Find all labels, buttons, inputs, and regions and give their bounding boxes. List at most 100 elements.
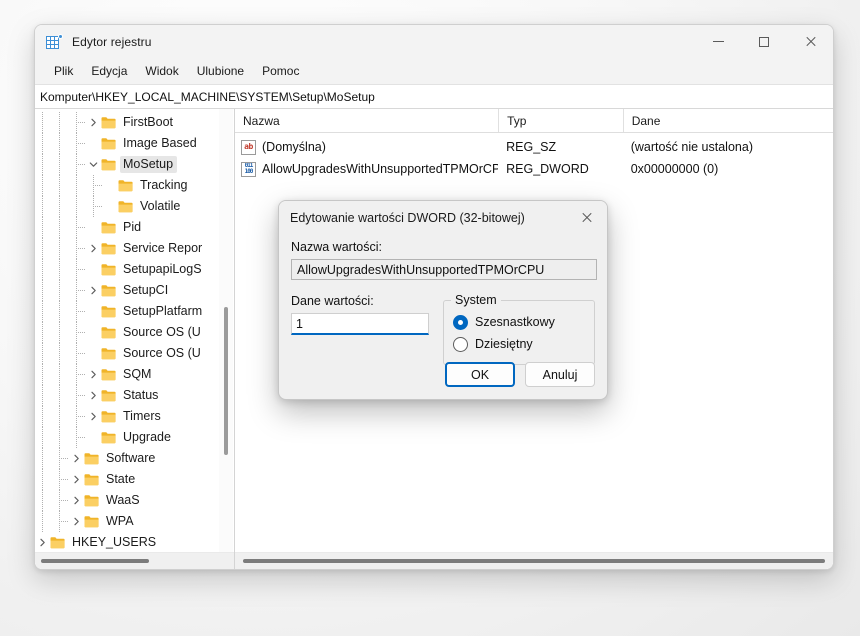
tree-vertical-scroll-thumb[interactable] (224, 307, 228, 455)
folder-icon (101, 347, 120, 360)
folder-icon (101, 326, 120, 339)
tree-item-volatile[interactable]: Volatile (35, 196, 234, 217)
tree-item-setupplatfarm[interactable]: SetupPlatfarm (35, 301, 234, 322)
close-icon (581, 212, 592, 223)
chevron-right-icon[interactable] (69, 496, 84, 505)
menu-item-widok[interactable]: Widok (136, 61, 187, 81)
tree-item-label: Timers (123, 409, 161, 423)
tree-item-setupci[interactable]: SetupCI (35, 280, 234, 301)
value-type-cell: REG_DWORD (506, 162, 589, 176)
chevron-right-icon[interactable] (69, 454, 84, 463)
tree-vertical-scrollbar[interactable] (219, 109, 233, 553)
values-list-header: Nazwa Typ Dane (235, 109, 833, 133)
menu-item-ulubione[interactable]: Ulubione (188, 61, 253, 81)
chevron-right-icon[interactable] (86, 370, 101, 379)
registry-tree-pane: FirstBoot Image Based MoSetup Tracking Volat… (35, 109, 235, 569)
title-bar[interactable]: Edytor rejestru (35, 25, 833, 58)
address-bar[interactable]: Komputer\HKEY_LOCAL_MACHINE\SYSTEM\Setup… (35, 84, 833, 109)
window-title: Edytor rejestru (72, 34, 152, 49)
table-row[interactable]: 011 100 AllowUpgradesWithUnsupportedTPMOrC… (235, 158, 833, 180)
values-horizontal-scroll-thumb[interactable] (243, 559, 825, 563)
folder-icon (50, 536, 69, 549)
tree-item-source-os-u[interactable]: Source OS (U (35, 343, 234, 364)
tree-scroll-area: FirstBoot Image Based MoSetup Tracking Volat… (35, 109, 234, 553)
radio-option-decimal[interactable]: Dziesiętny (453, 333, 586, 355)
chevron-down-icon[interactable] (86, 160, 101, 169)
radio-option-hexadecimal[interactable]: Szesnastkowy (453, 311, 586, 333)
tree-horizontal-scroll-thumb[interactable] (41, 559, 149, 563)
tree-item-hkey-users[interactable]: HKEY_USERS (35, 532, 234, 553)
tree-item-state[interactable]: State (35, 469, 234, 490)
tree-item-label: SQM (123, 367, 152, 381)
tree-item-upgrade[interactable]: Upgrade (35, 427, 234, 448)
ok-button[interactable]: OK (445, 362, 515, 387)
chevron-right-icon[interactable] (86, 391, 101, 400)
folder-icon (101, 410, 120, 423)
tree-item-wpa[interactable]: WPA (35, 511, 234, 532)
minimize-button[interactable] (695, 25, 741, 58)
tree-item-service-repor[interactable]: Service Repor (35, 238, 234, 259)
tree-item-timers[interactable]: Timers (35, 406, 234, 427)
folder-icon (84, 515, 103, 528)
value-data-cell: 0x00000000 (0) (630, 162, 719, 176)
close-icon (805, 36, 816, 47)
tree-item-label: State (106, 472, 136, 486)
registry-editor-icon (46, 33, 63, 50)
tree-item-status[interactable]: Status (35, 385, 234, 406)
tree-item-source-os-u[interactable]: Source OS (U (35, 322, 234, 343)
column-header-nazwa[interactable]: Nazwa (235, 109, 498, 132)
close-button[interactable] (787, 25, 833, 58)
value-name-cell: 011 100 AllowUpgradesWithUnsupportedTPMOrC… (235, 161, 498, 177)
maximize-button[interactable] (741, 25, 787, 58)
radio-decimal-label: Dziesiętny (475, 337, 533, 351)
value-data-cell: (wartość nie ustalona) (630, 140, 753, 154)
tree-item-firstboot[interactable]: FirstBoot (35, 112, 234, 133)
menu-item-plik[interactable]: Plik (45, 61, 82, 81)
tree-item-setupapilogs[interactable]: SetupapiLogS (35, 259, 234, 280)
values-horizontal-scrollbar[interactable] (235, 552, 833, 569)
tree-item-pid[interactable]: Pid (35, 217, 234, 238)
tree-item-label: Status (123, 388, 159, 402)
folder-icon (101, 116, 120, 129)
column-header-typ[interactable]: Typ (498, 109, 623, 132)
radio-hexadecimal-label: Szesnastkowy (475, 315, 555, 329)
tree-item-waas[interactable]: WaaS (35, 490, 234, 511)
folder-icon (101, 305, 120, 318)
chevron-right-icon[interactable] (86, 244, 101, 253)
column-header-dane[interactable]: Dane (622, 109, 833, 132)
tree-item-mosetup[interactable]: MoSetup (35, 154, 234, 175)
value-data-column: Dane wartości: 1 (291, 294, 443, 365)
value-type-cell: REG_SZ (506, 140, 557, 154)
table-row[interactable]: ab (Domyślna) REG_SZ (wartość nie ustalona) (235, 136, 833, 158)
folder-icon (101, 389, 120, 402)
tree-item-label: HKEY_USERS (72, 535, 157, 549)
value-data-input[interactable]: 1 (291, 313, 429, 335)
window-controls (695, 25, 833, 58)
dialog-title-bar[interactable]: Edytowanie wartości DWORD (32-bitowej) (279, 201, 607, 234)
folder-icon (101, 368, 120, 381)
value-name-cell: ab (Domyślna) (235, 139, 498, 155)
tree-item-tracking[interactable]: Tracking (35, 175, 234, 196)
registry-tree: FirstBoot Image Based MoSetup Tracking Volat… (35, 109, 234, 553)
cancel-button[interactable]: Anuluj (525, 362, 595, 387)
folder-icon (101, 242, 120, 255)
menu-item-pomoc[interactable]: Pomoc (253, 61, 308, 81)
tree-item-sqm[interactable]: SQM (35, 364, 234, 385)
tree-item-software[interactable]: Software (35, 448, 234, 469)
folder-icon (101, 137, 120, 150)
chevron-right-icon[interactable] (69, 517, 84, 526)
chevron-right-icon[interactable] (86, 412, 101, 421)
tree-item-label: Source OS (U (123, 346, 201, 360)
folder-icon (118, 179, 137, 192)
dialog-close-button[interactable] (565, 201, 607, 234)
chevron-right-icon[interactable] (35, 538, 50, 547)
menu-bar: Plik Edycja Widok Ulubione Pomoc (35, 58, 833, 84)
value-name-input[interactable]: AllowUpgradesWithUnsupportedTPMOrCPU (291, 259, 597, 280)
chevron-right-icon[interactable] (86, 286, 101, 295)
chevron-right-icon[interactable] (86, 118, 101, 127)
chevron-right-icon[interactable] (69, 475, 84, 484)
tree-item-image-based[interactable]: Image Based (35, 133, 234, 154)
tree-item-label: WaaS (106, 493, 140, 507)
tree-horizontal-scrollbar[interactable] (35, 552, 234, 569)
menu-item-edycja[interactable]: Edycja (82, 61, 136, 81)
